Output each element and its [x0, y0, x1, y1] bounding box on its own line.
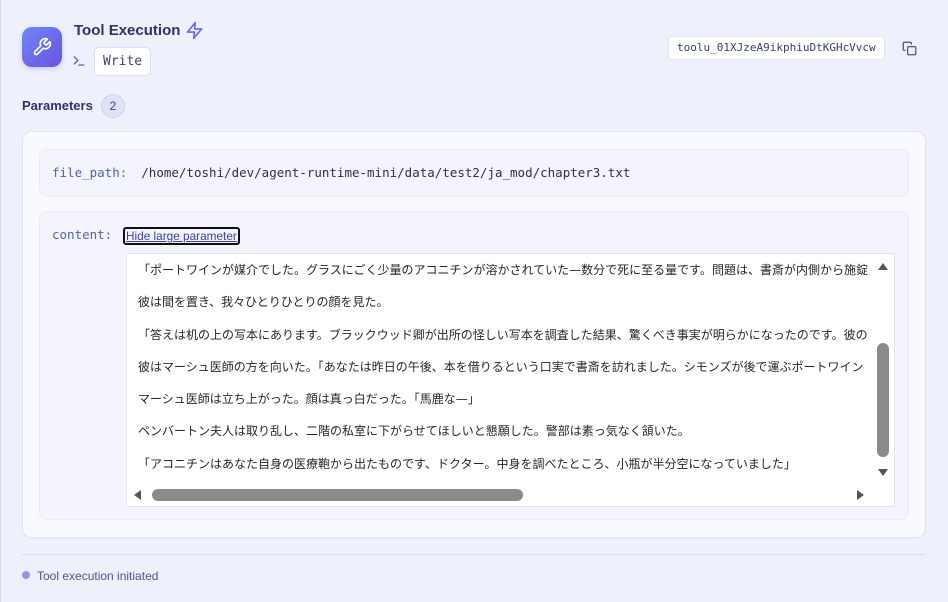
content-viewport: 「ポートワインが媒介でした。グラスにごく少量のアコニチンが溶かされていた—数分で…: [127, 254, 875, 487]
param-key-content: content:: [52, 227, 113, 242]
content-line: 「ポートワインが媒介でした。グラスにごく少量のアコニチンが溶かされていた—数分で…: [138, 263, 868, 277]
triangle-left-icon: [133, 490, 141, 500]
wrench-icon: [33, 37, 52, 56]
parameters-heading: Parameters: [22, 98, 93, 113]
horizontal-scroll-thumb[interactable]: [152, 489, 523, 501]
vertical-scroll-thumb[interactable]: [877, 343, 889, 457]
param-value-file-path: /home/toshi/dev/agent-runtime-mini/data/…: [141, 165, 631, 180]
param-row-content: content: Hide large parameter 「ポートワインが媒介…: [39, 211, 909, 520]
app-icon-tile: [22, 27, 62, 67]
content-scroll-area[interactable]: 「ポートワインが媒介でした。グラスにごく少量のアコニチンが溶かされていた—数分で…: [126, 253, 895, 507]
copy-icon: [902, 41, 916, 55]
tool-name-chip: Write: [94, 47, 152, 76]
scroll-left-button[interactable]: [129, 487, 145, 503]
vertical-scrollbar[interactable]: [875, 254, 892, 487]
content-line: マーシュ医師は立ち上がった。顔は真っ白だった。「馬鹿な—」: [138, 392, 480, 407]
scroll-right-button[interactable]: [852, 487, 868, 503]
triangle-down-icon: [878, 468, 888, 476]
param-key-file-path: file_path:: [52, 165, 128, 180]
status-text: Tool execution initiated: [37, 569, 159, 583]
content-line: 彼は間を置き、我々ひとりひとりの顔を見た。: [138, 295, 389, 310]
lightning-icon: [186, 21, 203, 40]
tool-execution-view: Tool Execution Write toolu_01XJzeA9ikphi…: [0, 0, 948, 602]
horizontal-scrollbar[interactable]: [127, 487, 875, 505]
status-dot: [22, 571, 30, 579]
scrollbar-corner: [875, 487, 894, 506]
content-line: 「アコニチンはあなた自身の医療鞄から出たものです、ドクター。中身を調べたところ、…: [138, 456, 796, 471]
content-text: 「ポートワインが媒介でした。グラスにごく少量のアコニチンが溶かされていた—数分で…: [138, 260, 868, 486]
triangle-right-icon: [856, 490, 864, 500]
scroll-up-button[interactable]: [875, 258, 891, 274]
parameters-panel: file_path: /home/toshi/dev/agent-runtime…: [22, 131, 926, 538]
content-line: 彼はマーシュ医師の方を向いた。「あなたは昨日の午後、本を借りるという口実で書斎を…: [138, 359, 864, 374]
content-line: ペンバートン夫人は取り乱し、二階の私室に下がらせてほしいと懇願した。警部は素っ気…: [138, 424, 690, 439]
page-title: Tool Execution: [74, 22, 181, 39]
copy-tool-id-button[interactable]: [899, 38, 919, 58]
footer-divider: [22, 554, 926, 555]
param-row-file-path: file_path: /home/toshi/dev/agent-runtime…: [39, 149, 909, 197]
content-line: 「答えは机の上の写本にあります。ブラックウッド卿が出所の怪しい写本を調査した結果…: [138, 327, 868, 342]
triangle-up-icon: [878, 262, 888, 270]
parameter-count-badge: 2: [101, 94, 125, 118]
tool-id-chip: toolu_01XJzeA9ikphiuDtKGHcVvcw: [668, 36, 885, 60]
hide-large-parameter-link[interactable]: Hide large parameter: [123, 227, 240, 245]
terminal-icon: [73, 56, 85, 66]
scroll-down-button[interactable]: [875, 464, 891, 480]
